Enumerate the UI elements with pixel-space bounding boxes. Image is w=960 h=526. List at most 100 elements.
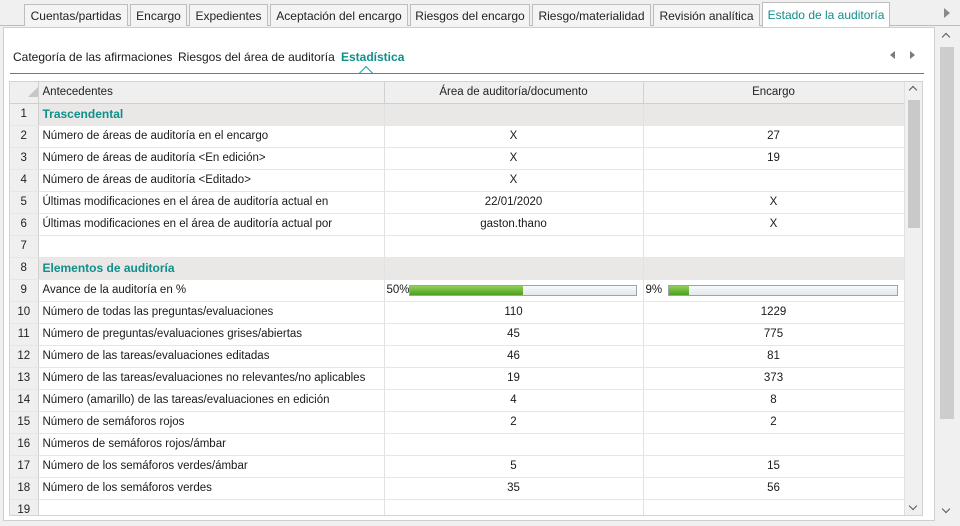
engagement-value-cell[interactable]: 8	[643, 389, 905, 412]
engagement-value-cell[interactable]: X	[643, 213, 905, 236]
row-number[interactable]: 14	[10, 389, 39, 412]
table-row[interactable]: 9 Avance de la auditoría en % 50% 9%	[10, 279, 905, 302]
subtab-riesgos-area[interactable]: Riesgos del área de auditoría	[178, 50, 335, 64]
row-number[interactable]: 1	[10, 103, 39, 126]
row-number[interactable]: 11	[10, 323, 39, 346]
table-row[interactable]: 19	[10, 499, 905, 515]
area-value-cell[interactable]: X	[384, 169, 644, 192]
area-value-cell[interactable]	[384, 499, 644, 515]
tab-expedientes[interactable]: Expedientes	[189, 4, 268, 26]
area-value-cell[interactable]: 19	[384, 367, 644, 390]
row-description[interactable]	[38, 499, 385, 515]
subtab-estadistica[interactable]: Estadística	[341, 50, 404, 64]
table-section-row[interactable]: 1 Trascendental	[10, 103, 905, 126]
engagement-value-cell[interactable]: 2	[643, 411, 905, 434]
area-value-cell[interactable]: 2	[384, 411, 644, 434]
tab-cuentas-partidas[interactable]: Cuentas/partidas	[24, 4, 128, 26]
area-value-cell[interactable]: X	[384, 147, 644, 170]
subtabs-scroll-right-icon[interactable]	[910, 51, 915, 59]
area-value-cell[interactable]: 22/01/2020	[384, 191, 644, 214]
area-value-cell[interactable]: 4	[384, 389, 644, 412]
row-description[interactable]: Últimas modificaciones en el área de aud…	[38, 213, 385, 236]
panel-scroll-up-icon[interactable]	[941, 32, 951, 42]
row-description[interactable]: Números de semáforos rojos/ámbar	[38, 433, 385, 456]
row-description[interactable]: Número de áreas de auditoría en el encar…	[38, 125, 385, 148]
engagement-progress-cell[interactable]: 9%	[643, 279, 905, 302]
tab-aceptacion-encargo[interactable]: Aceptación del encargo	[270, 4, 408, 26]
table-row[interactable]: 5 Últimas modificaciones en el área de au…	[10, 191, 905, 214]
engagement-value-cell[interactable]	[643, 433, 905, 456]
table-row[interactable]: 2 Número de áreas de auditoría en el enca…	[10, 125, 905, 148]
row-number[interactable]: 10	[10, 301, 39, 324]
table-row[interactable]: 11 Número de preguntas/evaluaciones grise…	[10, 323, 905, 346]
row-description[interactable]: Número de áreas de auditoría <Editado>	[38, 169, 385, 192]
tab-revision-analitica[interactable]: Revisión analítica	[653, 4, 760, 26]
engagement-value-cell[interactable]	[643, 257, 905, 280]
engagement-value-cell[interactable]: 27	[643, 125, 905, 148]
subtabs-scroll-left-icon[interactable]	[890, 51, 895, 59]
grid-vertical-scrollbar[interactable]	[904, 82, 922, 515]
row-number[interactable]: 13	[10, 367, 39, 390]
table-row[interactable]: 14 Número (amarillo) de las tareas/evalua…	[10, 389, 905, 412]
engagement-value-cell[interactable]: 56	[643, 477, 905, 500]
row-description[interactable]: Número de preguntas/evaluaciones grises/…	[38, 323, 385, 346]
row-number[interactable]: 17	[10, 455, 39, 478]
section-title[interactable]: Trascendental	[38, 103, 385, 126]
grid-scrollbar-thumb[interactable]	[908, 100, 920, 228]
table-row[interactable]: 13 Número de las tareas/evaluaciones no r…	[10, 367, 905, 390]
row-number[interactable]: 16	[10, 433, 39, 456]
tabs-scroll-right-icon[interactable]	[944, 8, 950, 18]
area-value-cell[interactable]	[384, 433, 644, 456]
table-row[interactable]: 12 Número de las tareas/evaluaciones edit…	[10, 345, 905, 368]
tab-riesgos-encargo[interactable]: Riesgos del encargo	[410, 4, 530, 26]
area-value-cell[interactable]	[384, 103, 644, 126]
tab-riesgo-materialidad[interactable]: Riesgo/materialidad	[532, 4, 651, 26]
tab-encargo[interactable]: Encargo	[130, 4, 187, 26]
engagement-value-cell[interactable]	[643, 499, 905, 515]
row-description[interactable]: Número de los semáforos verdes/ámbar	[38, 455, 385, 478]
table-row[interactable]: 4 Número de áreas de auditoría <Editado> X	[10, 169, 905, 192]
row-number[interactable]: 18	[10, 477, 39, 500]
tab-estado-auditoria[interactable]: Estado de la auditoría	[762, 2, 890, 27]
engagement-value-cell[interactable]: 373	[643, 367, 905, 390]
engagement-value-cell[interactable]: 19	[643, 147, 905, 170]
row-description[interactable]	[38, 235, 385, 258]
row-number[interactable]: 6	[10, 213, 39, 236]
row-number[interactable]: 2	[10, 125, 39, 148]
area-value-cell[interactable]: gaston.thano	[384, 213, 644, 236]
area-value-cell[interactable]: 45	[384, 323, 644, 346]
table-row[interactable]: 17 Número de los semáforos verdes/ámbar 5 1…	[10, 455, 905, 478]
area-value-cell[interactable]	[384, 257, 644, 280]
row-number[interactable]: 9	[10, 279, 39, 302]
area-value-cell[interactable]: X	[384, 125, 644, 148]
engagement-value-cell[interactable]	[643, 235, 905, 258]
select-all-corner[interactable]	[10, 82, 39, 104]
panel-scroll-down-icon[interactable]	[941, 504, 951, 514]
column-header-encargo[interactable]: Encargo	[643, 82, 905, 104]
section-title[interactable]: Elementos de auditoría	[38, 257, 385, 280]
table-section-row[interactable]: 8 Elementos de auditoría	[10, 257, 905, 280]
panel-scrollbar-thumb[interactable]	[940, 47, 954, 419]
row-description[interactable]: Avance de la auditoría en %	[38, 279, 385, 302]
table-row[interactable]: 6 Últimas modificaciones en el área de au…	[10, 213, 905, 236]
table-row[interactable]: 18 Número de los semáforos verdes 35 56	[10, 477, 905, 500]
row-number[interactable]: 15	[10, 411, 39, 434]
engagement-value-cell[interactable]: 81	[643, 345, 905, 368]
engagement-value-cell[interactable]: X	[643, 191, 905, 214]
table-row[interactable]: 7	[10, 235, 905, 258]
row-description[interactable]: Número de áreas de auditoría <En edición…	[38, 147, 385, 170]
row-number[interactable]: 12	[10, 345, 39, 368]
row-number[interactable]: 5	[10, 191, 39, 214]
row-description[interactable]: Número de las tareas/evaluaciones editad…	[38, 345, 385, 368]
row-description[interactable]: Número de los semáforos verdes	[38, 477, 385, 500]
row-description[interactable]: Número de todas las preguntas/evaluacion…	[38, 301, 385, 324]
scroll-up-icon[interactable]	[908, 85, 918, 95]
row-description[interactable]: Últimas modificaciones en el área de aud…	[38, 191, 385, 214]
subtab-categoria-afirmaciones[interactable]: Categoría de las afirmaciones	[13, 50, 172, 64]
area-value-cell[interactable]	[384, 235, 644, 258]
row-description[interactable]: Número (amarillo) de las tareas/evaluaci…	[38, 389, 385, 412]
column-header-antecedentes[interactable]: Antecedentes	[38, 82, 385, 104]
area-value-cell[interactable]: 35	[384, 477, 644, 500]
row-number[interactable]: 7	[10, 235, 39, 258]
row-number[interactable]: 4	[10, 169, 39, 192]
